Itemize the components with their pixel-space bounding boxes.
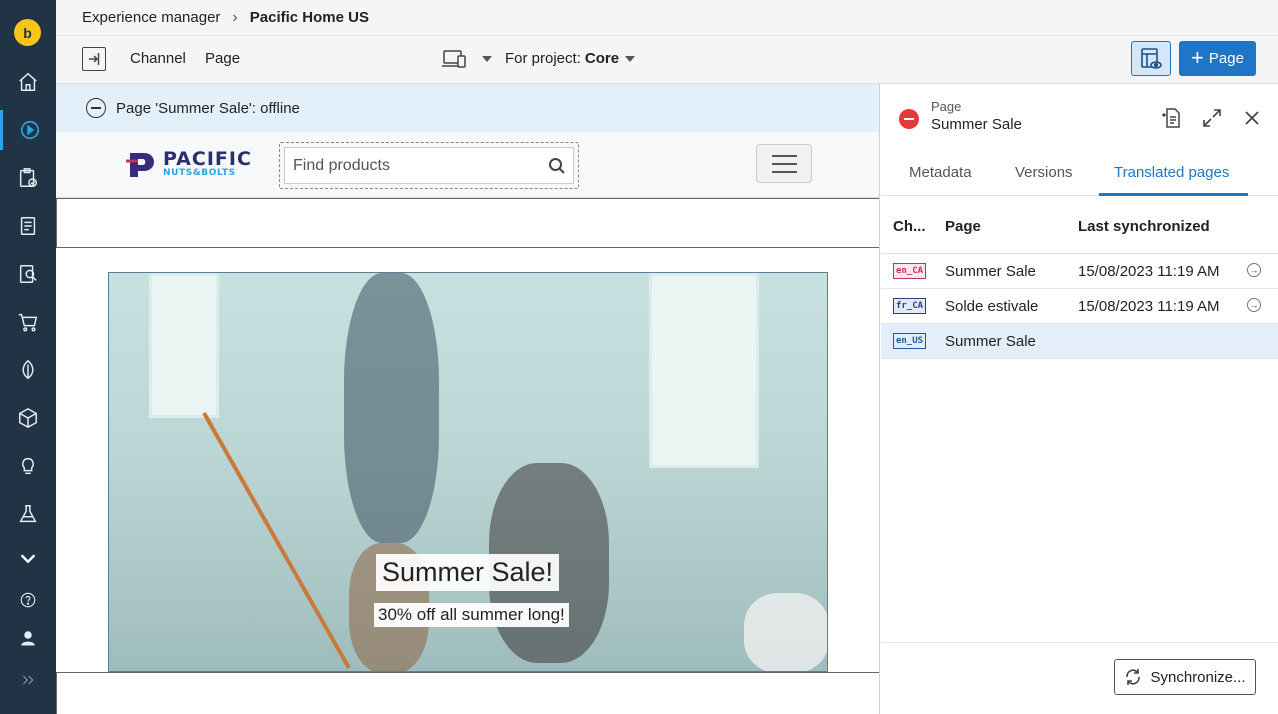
user-icon[interactable] [0,618,56,658]
app-logo[interactable]: b [14,19,41,46]
flask-icon[interactable] [0,494,56,534]
empty-content-slot[interactable] [56,672,879,714]
panel-tabs: Metadata Versions Translated pages [881,150,1278,196]
preview-toggle-button[interactable] [1131,41,1171,76]
home-icon[interactable] [0,62,56,102]
table-row[interactable]: en_CA Summer Sale 15/08/2023 11:19 AM → [881,254,1278,289]
add-page-label: Page [1208,50,1244,67]
hero-paint-bucket [744,593,827,671]
chevron-down-icon [482,56,492,62]
site-logo[interactable]: PACIFIC NUTS&BOLTS [124,149,252,179]
add-page-button[interactable]: + Page [1179,41,1256,76]
panel-footer: Synchronize... [881,642,1278,714]
experience-manager-icon[interactable] [0,110,56,150]
site-search-component [279,142,579,189]
search-document-icon[interactable] [0,254,56,294]
page-details-panel: Page Summer Sale Metadata Versions Trans… [881,84,1278,714]
pacific-logo-mark [126,153,154,177]
breadcrumb-current: Pacific Home US [249,9,369,26]
status-text: Page 'Summer Sale': offline [116,99,300,117]
row-last-sync: 15/08/2023 11:19 AM [1078,298,1220,315]
project-prefix: For project: [505,50,581,67]
page-preview: Page 'Summer Sale': offline PACIFIC NUTS… [56,84,880,714]
chevron-down-icon [625,56,636,63]
plus-icon: + [1191,44,1204,70]
document-icon[interactable] [0,206,56,246]
hero-subtitle: 30% off all summer long! [374,603,569,627]
toggle-panel-button[interactable] [82,47,106,71]
cart-icon[interactable] [0,302,56,342]
column-page[interactable]: Page [945,218,981,235]
tab-metadata[interactable]: Metadata [909,164,972,181]
chevron-down-icon[interactable] [0,538,56,578]
site-header: PACIFIC NUTS&BOLTS [56,132,879,198]
page-preview-icon [1141,47,1162,69]
offline-status-icon [899,109,919,129]
help-icon[interactable] [0,580,56,620]
leaf-icon[interactable] [0,350,56,390]
project-value: Core [584,50,620,67]
cube-icon[interactable] [0,398,56,438]
row-page: Summer Sale [945,263,1036,280]
synchronize-label: Synchronize... [1150,668,1246,686]
offline-icon [86,98,106,118]
close-icon[interactable] [1240,106,1264,130]
channel-flag: en_US [893,333,926,349]
go-to-page-icon[interactable]: → [1247,298,1261,312]
project-selector[interactable]: For project: Core [505,50,636,67]
tab-versions[interactable]: Versions [1015,164,1073,181]
row-last-sync: 15/08/2023 11:19 AM [1078,263,1220,280]
logo-line2: NUTS&BOLTS [163,168,236,178]
left-sidebar: b [0,0,56,714]
lightbulb-icon[interactable] [0,446,56,486]
row-page: Solde estivale [945,298,1039,315]
active-tab-indicator [1099,193,1248,196]
hero-banner[interactable]: Summer Sale! 30% off all summer long! [108,272,828,672]
breadcrumb-root[interactable]: Experience manager [82,9,220,26]
go-to-page-icon[interactable]: → [1247,263,1261,277]
tab-translated-pages[interactable]: Translated pages [1114,164,1229,181]
hero-window-right [649,273,759,468]
hero-title: Summer Sale! [376,554,560,591]
breadcrumb-separator: › [232,8,238,26]
enter-icon [89,53,100,65]
hero-window-left [149,273,219,418]
panel-kicker: Page [931,99,962,114]
breadcrumb: Experience manager › Pacific Home US [56,0,1278,36]
column-channel[interactable]: Ch... [893,218,926,235]
device-selector[interactable] [442,49,492,69]
panel-title: Summer Sale [931,116,1022,133]
table-row[interactable]: fr_CA Solde estivale 15/08/2023 11:19 AM… [881,289,1278,324]
hero-paint-roller [202,412,351,669]
page-menu[interactable]: Page [205,50,240,67]
status-banner: Page 'Summer Sale': offline [56,84,879,132]
synchronize-button[interactable]: Synchronize... [1114,659,1256,695]
search-input[interactable] [284,147,574,184]
maximize-icon[interactable] [1200,106,1224,130]
column-last-synchronized[interactable]: Last synchronized [1078,218,1210,235]
channel-flag: en_CA [893,263,926,279]
table-row[interactable]: en_US Summer Sale [881,324,1278,359]
devices-icon [442,50,466,68]
clipboard-check-icon[interactable] [0,158,56,198]
row-page: Summer Sale [945,333,1036,350]
search-icon[interactable] [548,157,566,175]
page-settings-icon[interactable] [1160,106,1184,130]
sync-icon [1126,669,1141,685]
toolbar: Channel Page For project: Core + Page [56,36,1278,84]
table-header: Ch... Page Last synchronized [881,202,1278,254]
channel-flag: fr_CA [893,298,926,314]
panel-header: Page Summer Sale [881,84,1278,144]
expand-icon[interactable] [0,660,56,700]
logo-line1: PACIFIC [163,148,252,170]
channel-menu[interactable]: Channel [130,50,186,67]
hamburger-menu-button[interactable] [756,144,812,183]
empty-content-slot[interactable] [56,198,879,248]
translated-pages-table: Ch... Page Last synchronized en_CA Summe… [881,202,1278,359]
